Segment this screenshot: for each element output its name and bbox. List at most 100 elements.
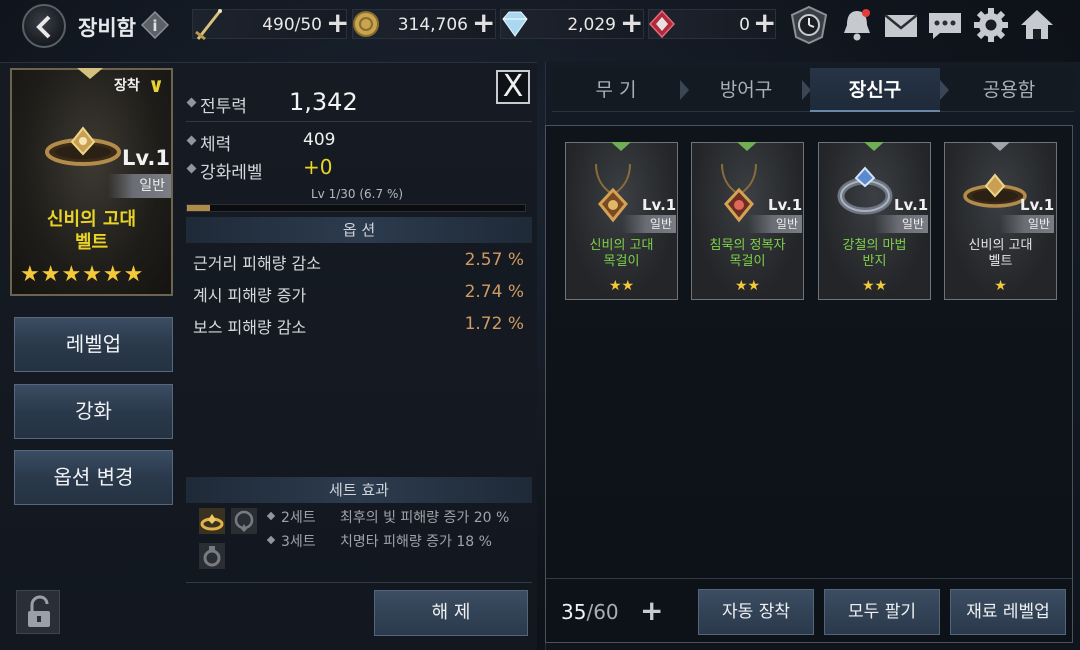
option-row-value: 1.72 % <box>464 314 524 334</box>
item-stars: ★★★★★★ <box>20 262 145 287</box>
page-title: 장비함 <box>78 16 136 40</box>
slot-name: 침묵의 정복자 목걸이 <box>691 238 804 270</box>
tab-shared[interactable]: 공용함 <box>944 68 1074 112</box>
slot-level: Lv.1 <box>1020 196 1055 214</box>
option-change-button[interactable]: 옵션 변경 <box>14 450 173 505</box>
option-row-name: 계시 피해량 증가 <box>193 286 307 305</box>
divider <box>546 578 1072 579</box>
grade-indicator <box>864 142 884 151</box>
levelup-button[interactable]: 레벨업 <box>14 317 173 372</box>
ring-icon <box>837 166 893 215</box>
lock-button[interactable] <box>16 590 60 634</box>
info-icon[interactable]: i <box>141 11 169 39</box>
slot-name: 신비의 고대 벨트 <box>944 238 1057 270</box>
tab-weapon[interactable]: 무 기 <box>552 68 680 112</box>
option-row-name: 보스 피해량 감소 <box>193 318 307 337</box>
belt-icon <box>45 126 121 166</box>
slot-name-line1: 침묵의 정복자 <box>709 238 786 253</box>
check-icon: ∨ <box>148 73 165 97</box>
grade-indicator <box>990 142 1010 151</box>
slot-stars: ★★ <box>608 278 635 294</box>
xp-text: Lv 1/30 (6.7 %) <box>311 187 404 201</box>
diamond-gem-icon <box>502 11 528 37</box>
material-levelup-button[interactable]: 재료 레벨업 <box>950 589 1066 635</box>
red-gem-icon <box>648 9 676 39</box>
inventory-count-max: /60 <box>586 600 619 624</box>
close-button[interactable]: X <box>496 70 530 104</box>
slot-grade: 일반 <box>1000 215 1054 233</box>
gold-coin-icon <box>353 11 379 37</box>
xp-bar <box>186 204 526 212</box>
item-name: 신비의 고대 벨트 <box>12 208 171 254</box>
slot-level: Lv.1 <box>642 196 677 214</box>
grade-indicator <box>611 142 631 151</box>
item-name-line1: 신비의 고대 <box>46 209 137 230</box>
gear-icon[interactable] <box>970 5 1012 45</box>
set-count: 2세트 <box>281 510 316 526</box>
back-arrow-icon <box>36 15 51 39</box>
add-gold-button[interactable]: + <box>472 8 495 38</box>
slot-stars: ★★ <box>861 278 888 294</box>
bell-icon[interactable] <box>836 5 878 45</box>
add-red-gem-button[interactable]: + <box>753 8 776 38</box>
unequip-button[interactable]: 해 제 <box>374 590 528 636</box>
resource-red-gem-value: 0 <box>739 15 750 35</box>
item-level: Lv.1 <box>122 146 170 170</box>
unlock-icon <box>28 595 50 627</box>
enhance-level-label: 강화레벨 <box>200 163 263 183</box>
belt-icon <box>963 173 1027 208</box>
slot-name-line1: 강철의 마법 <box>842 238 907 253</box>
set-desc: 치명타 피해량 증가 18 % <box>340 534 492 550</box>
option-row-value: 2.74 % <box>464 282 524 302</box>
slot-level: Lv.1 <box>894 196 929 214</box>
inventory-count: 35/60 <box>561 600 619 624</box>
set-desc: 최후의 빛 피해량 증가 20 % <box>340 510 510 526</box>
xp-bar-fill <box>187 205 210 211</box>
home-icon[interactable] <box>1016 5 1058 45</box>
ring-set-icon <box>199 543 225 569</box>
power-label: 전투력 <box>200 97 247 117</box>
slot-name-line2: 목걸이 <box>603 254 640 269</box>
tab-armor[interactable]: 방어구 <box>682 68 810 112</box>
stamina-value: 409 <box>303 130 336 150</box>
option-row-name: 근거리 피해량 감소 <box>193 254 321 273</box>
belt-set-icon <box>199 508 225 534</box>
resource-gold-value: 314,706 <box>397 15 468 35</box>
clock-shield-icon[interactable] <box>788 5 830 45</box>
back-button[interactable] <box>22 4 66 48</box>
set-count: 3세트 <box>281 534 316 550</box>
sell-all-button[interactable]: 모두 팔기 <box>824 589 940 635</box>
resource-stamina-value: 490/50 <box>262 15 322 35</box>
stamina-label: 체력 <box>200 135 232 155</box>
slot-name-line1: 신비의 고대 <box>968 238 1033 253</box>
slot-grade: 일반 <box>874 215 928 233</box>
divider <box>186 121 532 122</box>
slot-name-line2: 반지 <box>862 254 887 269</box>
item-name-line2: 벨트 <box>74 232 109 253</box>
necklace-set-icon <box>231 508 257 534</box>
chat-icon[interactable] <box>924 5 966 45</box>
set-effect-header: 세트 효과 <box>186 477 532 503</box>
slot-name-line2: 목걸이 <box>729 254 766 269</box>
enhance-level-value: +0 <box>303 155 333 179</box>
slot-grade: 일반 <box>748 215 802 233</box>
slot-stars: ★ <box>994 278 1007 294</box>
top-bar: 장비함 i 490/50 + 314,706 + 2,029 + 0 + <box>0 0 1080 50</box>
sword-icon <box>195 9 222 41</box>
auto-equip-button[interactable]: 자동 장착 <box>698 589 814 635</box>
card-indicator <box>77 68 103 79</box>
add-diamond-button[interactable]: + <box>620 8 643 38</box>
inventory-count-current: 35 <box>561 600 587 624</box>
slot-stars: ★★ <box>734 278 761 294</box>
slot-name: 신비의 고대 목걸이 <box>565 238 678 270</box>
svg-text:i: i <box>152 17 157 35</box>
slot-name-line1: 신비의 고대 <box>589 238 654 253</box>
tab-accessory[interactable]: 장신구 <box>810 68 940 112</box>
slot-name-line2: 벨트 <box>988 254 1013 269</box>
expand-inventory-button[interactable]: + <box>640 594 663 627</box>
enhance-button[interactable]: 강화 <box>14 384 173 439</box>
resource-diamond-value: 2,029 <box>567 15 616 35</box>
options-header: 옵 션 <box>186 217 532 243</box>
add-stamina-button[interactable]: + <box>326 8 349 38</box>
mail-icon[interactable] <box>880 5 922 45</box>
